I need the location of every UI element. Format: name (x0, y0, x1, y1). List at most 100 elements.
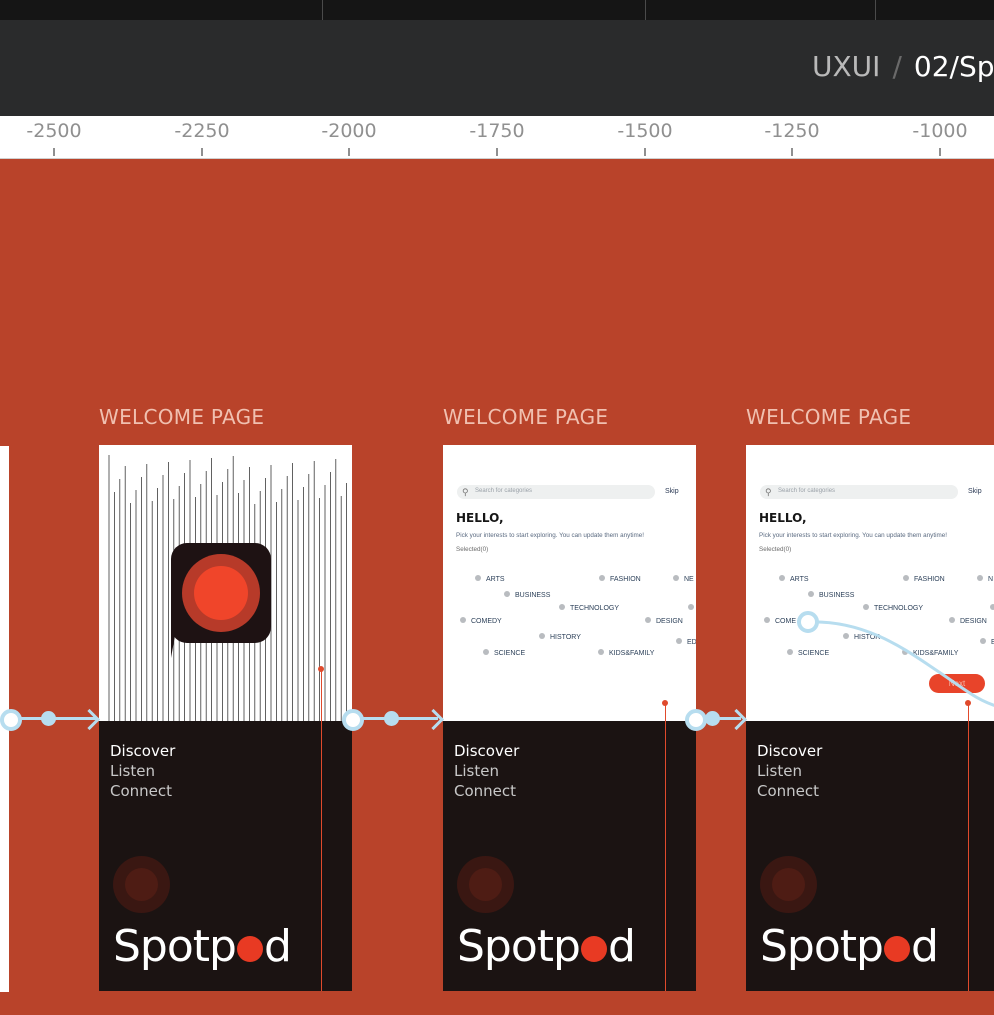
category-dot-icon (460, 617, 466, 623)
logo-text-end: d (263, 921, 292, 972)
red-guide-dot (318, 666, 324, 672)
ruler-tick-label: -1000 (912, 120, 968, 142)
top-toolbar-strip (0, 0, 994, 20)
frame-label-3[interactable]: WELCOME PAGE (746, 405, 911, 429)
editor-header: UXUI / 02/Sp (0, 20, 994, 116)
category-label: SCIENCE (494, 650, 526, 657)
tagline-connect: Connect (110, 782, 173, 800)
frame-label-2[interactable]: WELCOME PAGE (443, 405, 608, 429)
logo-text-end: d (910, 921, 939, 972)
category-dot-icon (598, 649, 604, 655)
red-guide-line (665, 705, 666, 721)
category-chip[interactable]: NE (673, 575, 694, 583)
search-input[interactable]: ⚲ Search for categories (457, 485, 655, 499)
ruler-tick (791, 148, 793, 156)
tagline-listen: Listen (454, 762, 499, 780)
category-dot-icon (599, 575, 605, 581)
category-dot-icon (504, 591, 510, 597)
connector-mid-node[interactable] (384, 711, 399, 726)
ruler-tick (201, 148, 203, 156)
category-dot-icon (539, 633, 545, 639)
selected-count: Selected(0) (456, 546, 489, 553)
connector-arrow-icon (725, 708, 748, 731)
horizontal-ruler: -2500 -2250 -2000 -1750 -1500 -1250 -100… (0, 116, 994, 159)
red-guide-line (665, 721, 666, 991)
dark-panel: Discover Listen Connect Spotp d (443, 721, 696, 991)
search-placeholder: Search for categories (475, 488, 533, 494)
category-dot-icon (673, 575, 679, 581)
ruler-tick-label: -1500 (617, 120, 673, 142)
logo-dot-icon (236, 936, 263, 962)
category-label: HISTORY (550, 634, 581, 641)
category-label: BUSINESS (515, 592, 551, 599)
category-label: DESIGN (656, 618, 683, 625)
logo-text-start: Spotp (113, 921, 237, 972)
spotpod-logo: Spotp d (760, 921, 939, 972)
logo-text-start: Spotp (760, 921, 884, 972)
connector-start-node[interactable] (342, 709, 364, 731)
breadcrumb: UXUI / 02/Sp (812, 50, 994, 83)
dark-panel: Discover Listen Connect Spotp d (746, 721, 994, 991)
category-dot-icon (688, 604, 694, 610)
category-label: ARTS (486, 576, 505, 583)
category-chip[interactable]: HISTORY (539, 633, 581, 641)
spotpod-app-icon (171, 543, 271, 658)
frame-interests[interactable]: ⚲ Search for categories Skip HELLO, Pick… (443, 445, 696, 991)
breadcrumb-file[interactable]: 02/Sp (914, 50, 994, 83)
tagline-listen: Listen (110, 762, 155, 780)
category-dot-icon (645, 617, 651, 623)
ruler-tick-label: -2500 (26, 120, 82, 142)
red-guide-line (968, 705, 969, 721)
tagline: Discover Listen Connect (454, 741, 519, 801)
connector-mid-node[interactable] (705, 711, 720, 726)
frame-interests-selecting[interactable]: ⚲ Search for categories Skip HELLO, Pick… (746, 445, 994, 991)
spotpod-logo: Spotp d (457, 921, 636, 972)
breadcrumb-separator: / (892, 50, 902, 83)
frame-label-1[interactable]: WELCOME PAGE (99, 405, 264, 429)
connector-start-node[interactable] (0, 709, 22, 731)
decorative-glow-circle (457, 856, 514, 913)
connector-mid-node[interactable] (41, 711, 56, 726)
ruler-tick-label: -2250 (174, 120, 230, 142)
toolbar-separator (875, 0, 876, 20)
category-label: KIDS&FAMILY (609, 650, 655, 657)
dark-panel: Discover Listen Connect Spotp d (99, 721, 352, 991)
category-chip[interactable] (688, 604, 696, 612)
decorative-glow-circle (113, 856, 170, 913)
connector-arrow-icon (78, 708, 101, 731)
tagline-connect: Connect (454, 782, 517, 800)
logo-text-end: d (607, 921, 636, 972)
logo-text-start: Spotp (457, 921, 581, 972)
ruler-tick-label: -2000 (321, 120, 377, 142)
category-chip[interactable]: BUSINESS (504, 591, 550, 599)
ruler-tick-label: -1750 (469, 120, 525, 142)
tagline-discover: Discover (454, 742, 520, 760)
category-chip[interactable]: ED (676, 638, 696, 646)
category-chip[interactable]: ARTS (475, 575, 505, 583)
tagline-listen: Listen (757, 762, 802, 780)
design-canvas[interactable]: WELCOME PAGE Discover Listen Connect Spo… (0, 159, 994, 1015)
category-chip[interactable]: DESIGN (645, 617, 683, 625)
category-chip[interactable]: FASHION (599, 575, 641, 583)
category-chip[interactable]: COMEDY (460, 617, 502, 625)
category-chip[interactable]: TECHNOLOGY (559, 604, 619, 612)
skip-button[interactable]: Skip (665, 488, 679, 495)
ruler-tick (348, 148, 350, 156)
tagline: Discover Listen Connect (110, 741, 175, 801)
ruler-tick (53, 148, 55, 156)
red-guide-line (321, 721, 322, 991)
breadcrumb-project[interactable]: UXUI (812, 50, 880, 83)
category-label: TECHNOLOGY (570, 605, 620, 612)
ruler-tick (939, 148, 941, 156)
decorative-glow-circle (760, 856, 817, 913)
category-chip[interactable]: SCIENCE (483, 649, 525, 657)
logo-dot-icon (580, 936, 607, 962)
red-guide-line (968, 721, 969, 991)
frame-welcome-splash[interactable]: Discover Listen Connect Spotp d (99, 445, 352, 991)
category-chip[interactable]: KIDS&FAMILY (598, 649, 654, 657)
search-icon: ⚲ (462, 487, 469, 497)
tagline: Discover Listen Connect (757, 741, 822, 801)
category-dot-icon (483, 649, 489, 655)
prototype-drag-curve (797, 611, 994, 707)
connector-start-node[interactable] (685, 709, 707, 731)
